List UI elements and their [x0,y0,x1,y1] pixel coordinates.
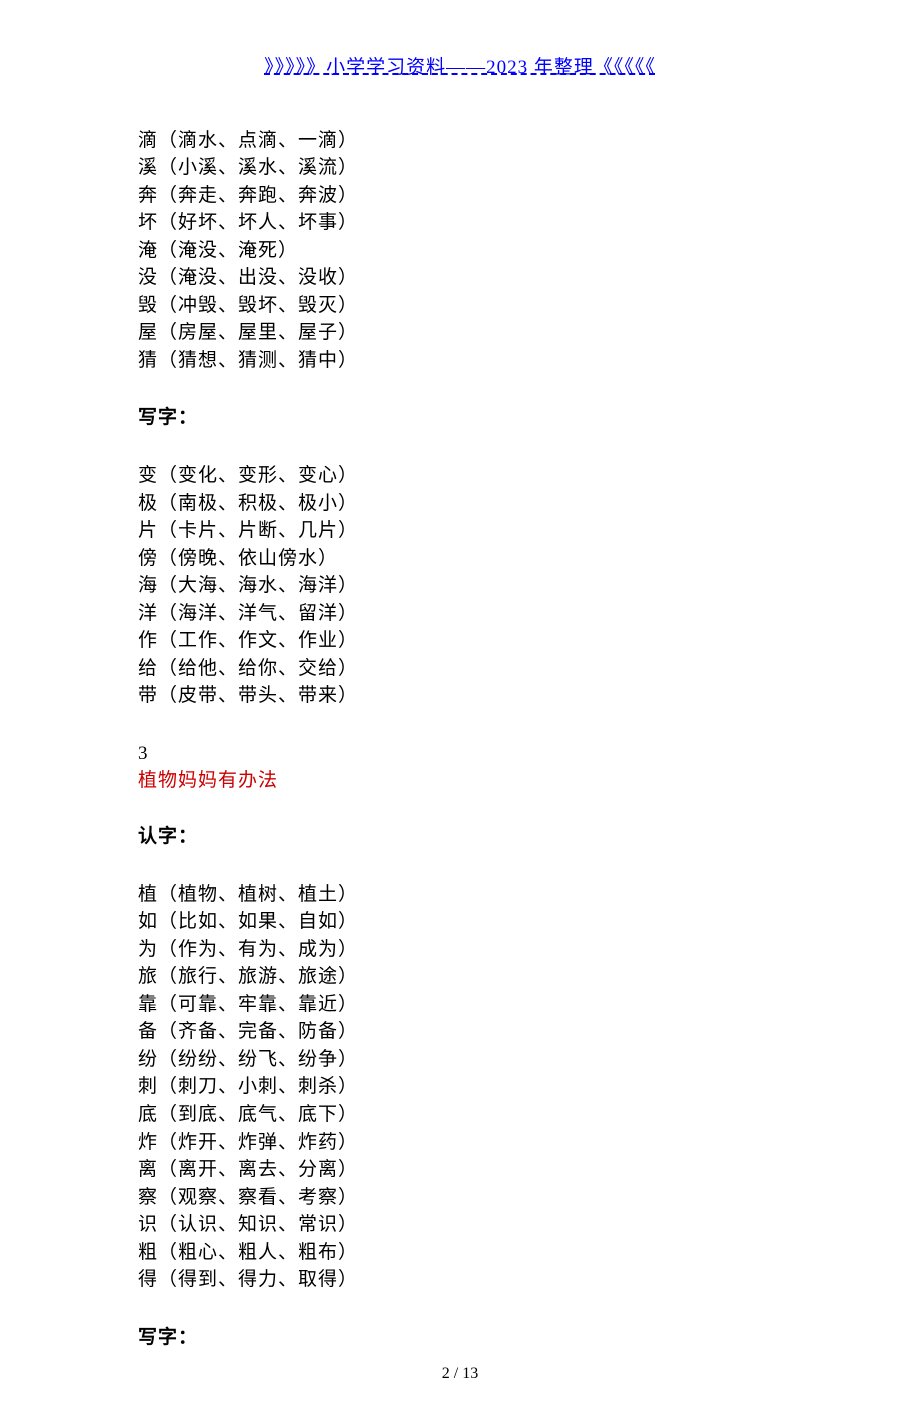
vocab-entry: 纷（纷纷、纷飞、纷争） [138,1046,782,1074]
vocab-entry: 刺（刺刀、小刺、刺杀） [138,1073,782,1101]
vocab-entry: 没（淹没、出没、没收） [138,264,782,292]
vocab-entry: 底（到底、底气、底下） [138,1101,782,1129]
vocab-entry: 粗（粗心、粗人、粗布） [138,1239,782,1267]
vocab-entry: 变（变化、变形、变心） [138,462,782,490]
vocab-entry: 察（观察、察看、考察） [138,1184,782,1212]
vocab-block-1: 滴（滴水、点滴、一滴） 溪（小溪、溪水、溪流） 奔（奔走、奔跑、奔波） 坏（好坏… [138,127,782,375]
vocab-entry: 毁（冲毁、毁坏、毁灭） [138,292,782,320]
vocab-entry: 备（齐备、完备、防备） [138,1018,782,1046]
lesson-title: 植物妈妈有办法 [138,767,782,795]
vocab-entry: 作（工作、作文、作业） [138,627,782,655]
section-heading-write-1: 写字： [138,404,782,432]
vocab-entry: 植（植物、植树、植土） [138,881,782,909]
vocab-entry: 为（作为、有为、成为） [138,936,782,964]
vocab-entry: 离（离开、离去、分离） [138,1156,782,1184]
vocab-entry: 得（得到、得力、取得） [138,1266,782,1294]
vocab-entry: 靠（可靠、牢靠、靠近） [138,991,782,1019]
vocab-entry: 极（南极、积极、极小） [138,490,782,518]
vocab-entry: 如（比如、如果、自如） [138,908,782,936]
vocab-entry: 傍（傍晚、依山傍水） [138,545,782,573]
page-header: 》》》》》小学学习资料——2023 年整理《《《《《 [138,54,782,82]
section-heading-write-2: 写字： [138,1324,782,1352]
vocab-entry: 洋（海洋、洋气、留洋） [138,600,782,628]
vocab-entry: 海（大海、海水、海洋） [138,572,782,600]
vocab-entry: 识（认识、知识、常识） [138,1211,782,1239]
vocab-block-3: 植（植物、植树、植土） 如（比如、如果、自如） 为（作为、有为、成为） 旅（旅行… [138,881,782,1294]
vocab-entry: 给（给他、给你、交给） [138,655,782,683]
page-number: 2 / 13 [0,1362,920,1385]
vocab-entry: 溪（小溪、溪水、溪流） [138,154,782,182]
vocab-entry: 屋（房屋、屋里、屋子） [138,319,782,347]
vocab-entry: 淹（淹没、淹死） [138,237,782,265]
vocab-entry: 猜（猜想、猜测、猜中） [138,347,782,375]
section-heading-recognize: 认字： [138,823,782,851]
vocab-entry: 炸（炸开、炸弹、炸药） [138,1129,782,1157]
vocab-entry: 坏（好坏、坏人、坏事） [138,209,782,237]
vocab-entry: 带（皮带、带头、带来） [138,682,782,710]
lesson-number: 3 [138,740,782,768]
vocab-entry: 奔（奔走、奔跑、奔波） [138,182,782,210]
vocab-entry: 片（卡片、片断、几片） [138,517,782,545]
vocab-block-2: 变（变化、变形、变心） 极（南极、积极、极小） 片（卡片、片断、几片） 傍（傍晚… [138,462,782,710]
vocab-entry: 旅（旅行、旅游、旅途） [138,963,782,991]
vocab-entry: 滴（滴水、点滴、一滴） [138,127,782,155]
